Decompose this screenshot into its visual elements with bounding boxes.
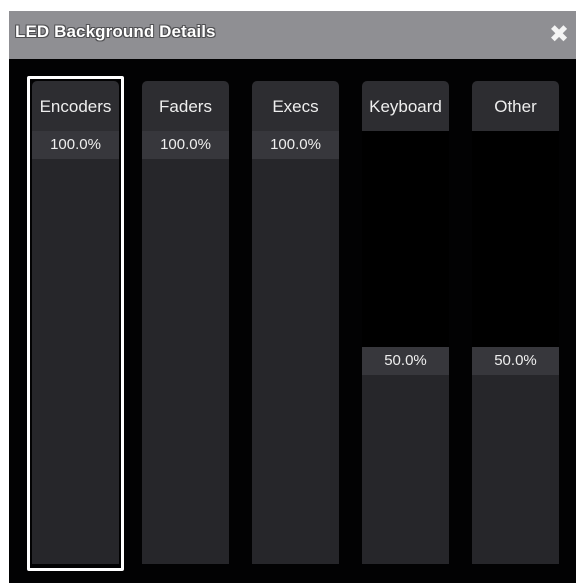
encoders-fader[interactable]: Encoders 100.0% [32, 81, 119, 564]
faders-fader-track[interactable]: 100.0% [142, 131, 229, 564]
encoders-value: 100.0% [32, 131, 119, 159]
execs-fader-level [252, 131, 339, 564]
execs-fader-track[interactable]: 100.0% [252, 131, 339, 564]
execs-value: 100.0% [252, 131, 339, 159]
keyboard-fader-level [362, 347, 449, 564]
keyboard-fader-track[interactable]: 50.0% [362, 131, 449, 564]
keyboard-label: Keyboard [362, 81, 449, 131]
encoders-label: Encoders [32, 81, 119, 131]
close-icon[interactable]: ✖ [546, 22, 572, 48]
other-fader[interactable]: Other 50.0% [472, 81, 559, 564]
faders-fader[interactable]: Faders 100.0% [142, 81, 229, 564]
other-fader-level [472, 347, 559, 564]
other-value: 50.0% [472, 347, 559, 375]
other-fader-track[interactable]: 50.0% [472, 131, 559, 564]
encoders-fader-level [32, 131, 119, 564]
title-bar[interactable]: LED Background Details ✖ [9, 11, 576, 59]
faders-value: 100.0% [142, 131, 229, 159]
keyboard-fader[interactable]: Keyboard 50.0% [362, 81, 449, 564]
led-background-details-window: LED Background Details ✖ Encoders 100.0%… [9, 11, 576, 583]
faders-label: Faders [142, 81, 229, 131]
keyboard-value: 50.0% [362, 347, 449, 375]
execs-fader[interactable]: Execs 100.0% [252, 81, 339, 564]
execs-label: Execs [252, 81, 339, 131]
fader-panel: Encoders 100.0% Faders 100.0% Execs 100.… [9, 59, 576, 583]
window-title: LED Background Details [15, 22, 216, 41]
other-label: Other [472, 81, 559, 131]
faders-fader-level [142, 131, 229, 564]
encoders-fader-track[interactable]: 100.0% [32, 131, 119, 564]
